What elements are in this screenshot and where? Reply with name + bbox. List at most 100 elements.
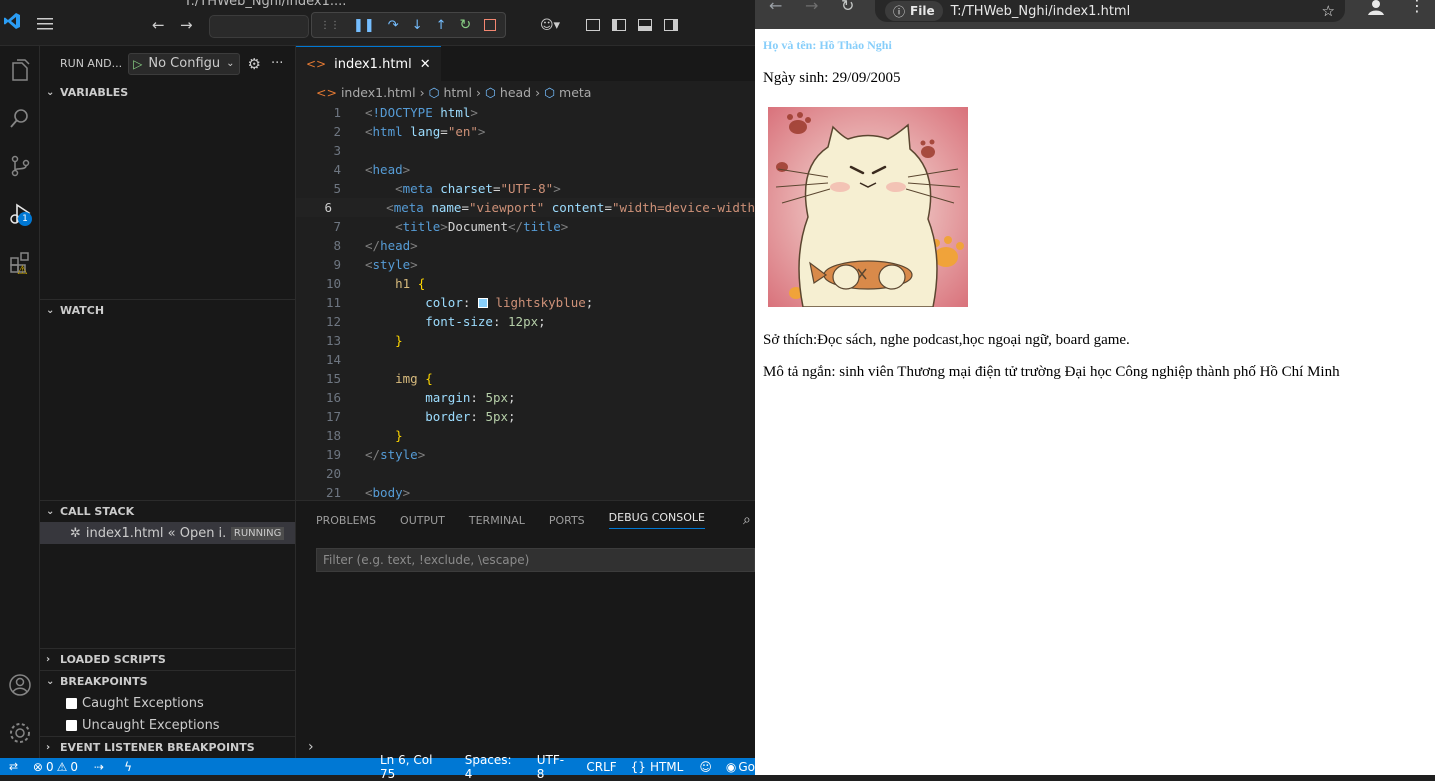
cursor-position[interactable]: Ln 6, Col 75 [380, 753, 449, 781]
indentation[interactable]: Spaces: 4 [465, 753, 521, 781]
lightning-icon[interactable]: ϟ [124, 760, 132, 774]
code-line: 13 } [325, 333, 403, 348]
console-prompt-icon[interactable]: › [308, 739, 314, 755]
watch-body [40, 321, 295, 500]
close-icon[interactable]: ✕ [420, 57, 431, 72]
debug-status-icon[interactable]: ⇢ [94, 760, 104, 774]
event-listener-label: EVENT LISTENER BREAKPOINTS [60, 741, 255, 754]
event-listener-header[interactable]: › EVENT LISTENER BREAKPOINTS [40, 736, 295, 758]
address-bar[interactable]: ⓘ File T:/THWeb_Nghi/index1.html ☆ [875, 0, 1345, 22]
encoding[interactable]: UTF-8 [537, 753, 571, 781]
bookmark-star-icon[interactable]: ☆ [1322, 2, 1335, 20]
menu-icon[interactable] [37, 18, 53, 30]
bp-uncaught-checkbox[interactable] [66, 719, 77, 731]
editor-group: <> index1.html ✕ <> index1.html › ⬡ html… [296, 46, 755, 500]
error-count: 0 [45, 759, 54, 774]
settings-gear-icon[interactable] [0, 711, 40, 755]
search-icon[interactable]: ⌕ [743, 512, 751, 528]
drag-handle-icon[interactable]: ⋮⋮ [320, 20, 340, 31]
extensions-icon[interactable]: ⚠ [0, 238, 40, 286]
more-actions-icon[interactable]: ··· [271, 56, 283, 71]
callstack-item[interactable]: ✲ index1.html « Open i... RUNNING [40, 522, 295, 544]
sidebar-header: RUN AND... ▷ No Configu ⌄ ⚙ ··· [40, 46, 295, 81]
problems-status[interactable]: ⊗ 0 ⚠ 0 [33, 760, 78, 774]
crumb-meta[interactable]: meta [559, 85, 591, 100]
bug-icon: ✲ [70, 525, 81, 541]
loaded-scripts-header[interactable]: › LOADED SCRIPTS [40, 648, 295, 670]
golive-label[interactable]: Go [738, 760, 755, 774]
bp-caught-row[interactable]: Caught Exceptions [40, 692, 295, 714]
tab-index1[interactable]: <> index1.html ✕ [296, 46, 441, 81]
tab-terminal[interactable]: TERMINAL [469, 514, 525, 527]
callstack-header[interactable]: ⌄ CALL STACK [40, 500, 295, 522]
explorer-icon[interactable] [0, 46, 40, 94]
variables-label: VARIABLES [60, 85, 129, 99]
browser-menu-icon[interactable]: ⋮ [1409, 0, 1425, 15]
step-over-icon[interactable]: ↷ [388, 18, 399, 33]
breakpoints-header[interactable]: ⌄ BREAKPOINTS [40, 670, 295, 692]
crumb-head[interactable]: head [500, 85, 531, 100]
layout-icon[interactable] [586, 19, 600, 31]
tab-debug-console[interactable]: DEBUG CONSOLE [608, 511, 705, 529]
command-center[interactable] [209, 15, 309, 38]
braces-icon: {} [630, 759, 646, 774]
stop-icon[interactable] [484, 19, 497, 31]
copilot-status-icon[interactable]: ☺ [699, 760, 712, 774]
reload-icon[interactable]: ↻ [841, 0, 854, 15]
code-line: 21 <body> [325, 485, 411, 500]
remote-icon[interactable]: ⇄ [0, 760, 27, 773]
tab-ports[interactable]: PORTS [549, 514, 585, 527]
bp-caught-checkbox[interactable] [66, 697, 77, 709]
restart-icon[interactable]: ↻ [460, 17, 472, 33]
account-icon[interactable] [0, 663, 40, 707]
variables-body [40, 103, 295, 299]
crumb-file[interactable]: index1.html [341, 85, 416, 100]
rendered-page: Họ và tên: Hồ Thảo Nghi Ngày sinh: 29/09… [763, 29, 1427, 381]
start-debug-icon[interactable]: ▷ [133, 57, 142, 71]
bp-uncaught-row[interactable]: Uncaught Exceptions [40, 714, 295, 736]
tab-problems[interactable]: PROBLEMS [316, 514, 376, 527]
variables-header[interactable]: ⌄ VARIABLES [40, 81, 295, 103]
toggle-secondary-sidebar-icon[interactable] [664, 19, 678, 31]
debug-console-filter-input[interactable]: Filter (e.g. text, !exclude, \escape) [316, 548, 755, 572]
code-line: 9 <style> [333, 257, 418, 272]
tab-output[interactable]: OUTPUT [400, 514, 445, 527]
eol[interactable]: CRLF [586, 760, 616, 774]
watch-header[interactable]: ⌄ WATCH [40, 299, 295, 321]
launch-config-select[interactable]: ▷ No Configu ⌄ [128, 52, 240, 75]
element-icon: ⬡ [428, 84, 440, 100]
html-file-icon: <> [316, 84, 337, 100]
pause-icon[interactable]: ❚❚ [353, 18, 375, 33]
run-debug-icon[interactable]: 1 [0, 190, 40, 238]
warning-badge-icon: ⚠ [17, 263, 28, 277]
code-line-current: 6 <meta name="viewport" content="width=d… [296, 198, 755, 217]
source-control-icon[interactable] [0, 142, 40, 190]
color-swatch-icon[interactable] [477, 298, 488, 308]
error-icon: ⊗ [32, 759, 43, 774]
file-chip[interactable]: ⓘ File [885, 1, 943, 21]
gear-icon[interactable]: ⚙ [248, 55, 261, 73]
back-arrow-icon[interactable]: ← [769, 0, 782, 15]
language-mode[interactable]: HTML [650, 760, 683, 774]
forward-arrow-icon[interactable]: → [805, 0, 818, 15]
file-chip-label: File [910, 4, 935, 18]
profile-icon[interactable] [1367, 0, 1385, 16]
copilot-icon[interactable]: ☺▾ [540, 18, 560, 33]
editor-tabs: <> index1.html ✕ [296, 46, 755, 81]
callstack-label: CALL STACK [60, 505, 135, 518]
toggle-panel-icon[interactable] [638, 19, 652, 31]
code-line: 7 <title>Document</title> [333, 219, 569, 234]
crumb-html[interactable]: html [443, 85, 471, 100]
back-arrow-icon[interactable]: ← [152, 16, 165, 34]
step-into-icon[interactable]: ↓ [412, 18, 423, 33]
forward-arrow-icon[interactable]: → [180, 16, 193, 34]
description-text: Mô tả ngắn: sinh viên Thương mại điện tử… [763, 364, 1340, 380]
search-icon[interactable] [0, 94, 40, 142]
chevron-right-icon: › [475, 84, 481, 100]
code-editor[interactable]: 1 <!DOCTYPE html> 2 <html lang="en"> 3 4 <h… [296, 103, 755, 500]
code-line: 8 </head> [333, 238, 418, 253]
window-title: T:/THWeb_Nghi/index1.... [184, 0, 347, 9]
step-out-icon[interactable]: ↑ [436, 18, 447, 33]
toggle-sidebar-icon[interactable] [612, 19, 626, 31]
run-debug-sidebar: RUN AND... ▷ No Configu ⌄ ⚙ ··· ⌄ VARIABL… [40, 46, 296, 758]
